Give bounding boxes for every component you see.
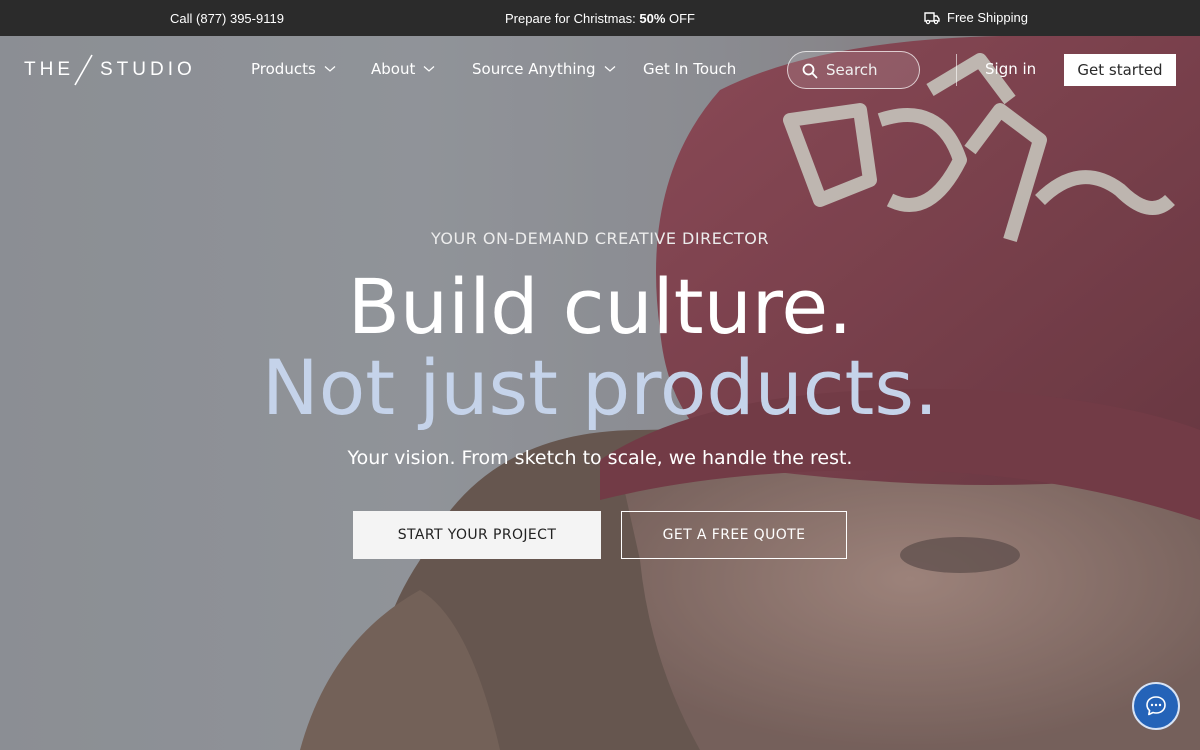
logo-studio: STUDIO (100, 59, 196, 80)
announcement-bar: Call (877) 395-9119 Prepare for Christma… (0, 0, 1200, 36)
nav-products[interactable]: Products (251, 60, 336, 78)
promo-highlight: 50% (639, 11, 666, 26)
get-started-button[interactable]: Get started (1064, 54, 1176, 86)
sign-in-link[interactable]: Sign in (985, 60, 1036, 78)
free-quote-button[interactable]: GET A FREE QUOTE (621, 511, 847, 559)
chat-button[interactable] (1132, 682, 1180, 730)
hero-headline-line1: Build culture. (347, 262, 853, 351)
logo-slash-icon (74, 54, 93, 86)
search-icon (802, 63, 818, 79)
site-logo[interactable]: THE STUDIO (24, 59, 196, 81)
hero-headline-line2: Not just products. (261, 343, 939, 432)
nav-get-in-touch-label: Get In Touch (643, 60, 737, 78)
nav-get-in-touch[interactable]: Get In Touch (643, 60, 736, 78)
start-project-button[interactable]: START YOUR PROJECT (353, 511, 601, 559)
promo-prefix: Prepare for Christmas: (504, 11, 640, 26)
shipping-label: Free Shipping (947, 10, 1028, 25)
hero-eyebrow: YOUR ON-DEMAND CREATIVE DIRECTOR (431, 229, 769, 248)
search-input[interactable] (826, 60, 911, 80)
hero-subtitle: Your vision. From sketch to scale, we ha… (347, 447, 853, 469)
nav-divider (956, 54, 957, 86)
search-box[interactable] (787, 51, 920, 89)
nav-about-label: About (371, 60, 416, 78)
logo-the: THE (24, 59, 74, 80)
truck-icon (924, 11, 940, 24)
nav-source-anything[interactable]: Source Anything (472, 60, 616, 78)
nav-source-anything-label: Source Anything (472, 60, 596, 78)
promo-suffix: OFF (665, 11, 695, 26)
chevron-down-icon (423, 66, 435, 72)
chevron-down-icon (324, 66, 336, 72)
nav-about[interactable]: About (371, 60, 435, 78)
chevron-down-icon (604, 66, 615, 72)
shipping-notice: Free Shipping (924, 10, 1028, 25)
nav-products-label: Products (251, 60, 316, 78)
chat-bubble-icon (1146, 696, 1166, 716)
